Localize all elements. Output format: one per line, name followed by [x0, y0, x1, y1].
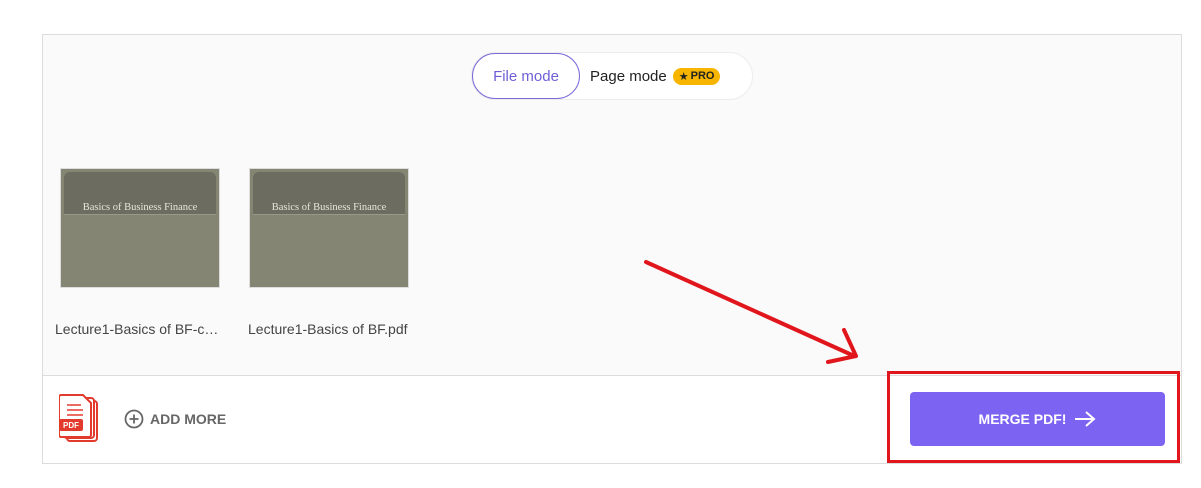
page-mode-button[interactable]: Page mode ★ PRO: [590, 53, 721, 99]
add-more-button[interactable]: ADD MORE: [124, 408, 226, 430]
mode-toggle: File mode Page mode ★ PRO: [471, 52, 753, 100]
star-icon: ★: [678, 70, 689, 83]
pdf-file-icon: PDF: [59, 394, 98, 442]
file-mode-button[interactable]: File mode: [472, 53, 580, 99]
slide-title: Basics of Business Finance: [82, 202, 198, 213]
add-more-label: ADD MORE: [150, 411, 227, 427]
file-mode-label: File mode: [493, 67, 559, 85]
file-thumbnail[interactable]: Basics of Business Finance: [60, 168, 220, 288]
pdf-icon-label: PDF: [63, 421, 79, 430]
file-name: Lecture1-Basics of BF.pdf: [248, 321, 408, 337]
pro-badge-label: PRO: [690, 70, 715, 82]
slide-title: Basics of Business Finance: [271, 202, 387, 213]
file-thumbnail[interactable]: Basics of Business Finance: [249, 168, 409, 288]
highlight-box: [887, 371, 1180, 463]
add-circle-icon: [124, 409, 144, 429]
pro-badge: ★ PRO: [672, 67, 721, 85]
file-name: Lecture1-Basics of BF-c…: [55, 321, 219, 337]
page-mode-label: Page mode: [590, 67, 667, 85]
